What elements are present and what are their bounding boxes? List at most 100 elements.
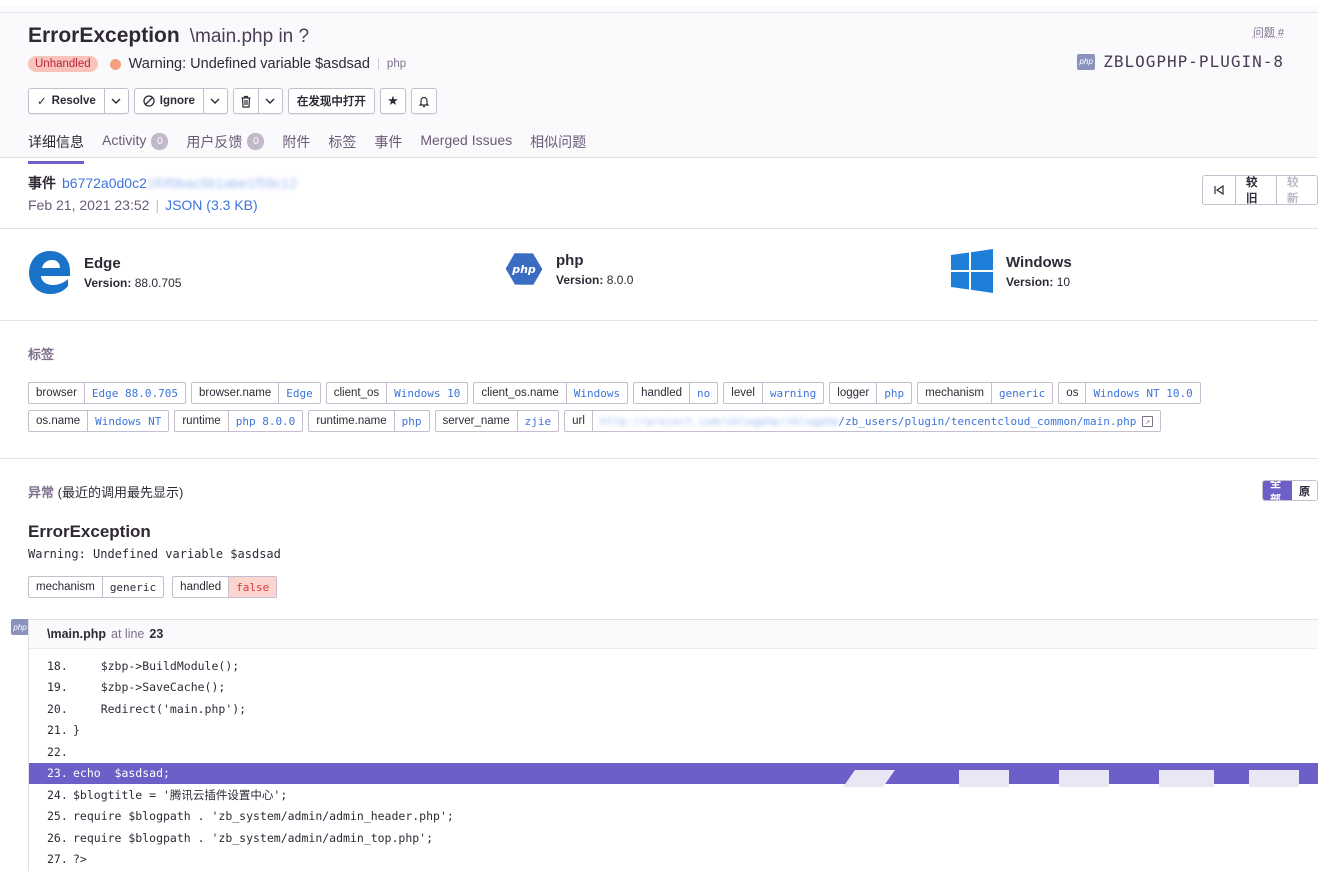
- tab-user-feedback[interactable]: 用户反馈 0: [186, 130, 265, 164]
- tag-pill-url[interactable]: url http://project.com/zblogphp/zblogphp…: [564, 410, 1162, 432]
- trash-icon: [241, 95, 251, 108]
- event-id: b6772a0d0c2: [62, 175, 147, 191]
- context-version: 88.0.705: [134, 275, 182, 290]
- tab-label: 用户反馈: [186, 134, 243, 150]
- oldest-event-button[interactable]: [1203, 176, 1235, 204]
- toggle-raw[interactable]: 原: [1292, 481, 1317, 500]
- line-number: 23.: [47, 766, 68, 781]
- tag-pill[interactable]: client_os.name Windows: [473, 382, 629, 404]
- tag-value: zjie: [524, 414, 552, 428]
- line-number: 21.: [47, 723, 68, 738]
- tag-pill[interactable]: logger php: [829, 382, 913, 404]
- tag-pill[interactable]: os Windows NT 10.0: [1058, 382, 1201, 404]
- subscribe-button[interactable]: [412, 89, 436, 113]
- tags-section-title: 标签: [28, 347, 55, 362]
- external-link-icon[interactable]: ↗: [1142, 415, 1154, 427]
- resolve-button[interactable]: ✓ Resolve: [29, 89, 104, 113]
- issue-tabs: 详细信息 Activity 0 用户反馈 0 附件 标签 事件 Merged Iss…: [28, 130, 586, 164]
- tab-tags[interactable]: 标签: [328, 130, 356, 164]
- svg-text:php: php: [511, 263, 536, 276]
- tag-pill[interactable]: mechanism generic: [917, 382, 1054, 404]
- tag-value: warning: [769, 386, 817, 400]
- ignore-button[interactable]: Ignore: [135, 89, 203, 113]
- toggle-full[interactable]: 全部: [1263, 481, 1292, 500]
- event-id-obscured: 1f0f9bac5b1abe1f59c12: [146, 175, 298, 191]
- exception-section-title: 异常 (最近的调用最先显示): [28, 482, 183, 501]
- divider: |: [155, 197, 160, 213]
- ignore-dropdown-button[interactable]: [202, 89, 227, 113]
- json-link[interactable]: JSON (3.3 KB): [165, 197, 258, 213]
- tag-value: http://project.com/zblogphp/zblogphp/zb_…: [593, 411, 1160, 431]
- newer-event-button[interactable]: 较新: [1276, 176, 1317, 205]
- tab-attachments[interactable]: 附件: [282, 130, 310, 164]
- event-summary: 事件 b6772a0d0c21f0f9bac5b1abe1f59c12 Feb …: [28, 173, 297, 213]
- tag-value: Edge 88.0.705: [91, 386, 178, 400]
- issue-culprit: \main.php in ?: [189, 26, 310, 47]
- version-label: Version:: [556, 272, 604, 287]
- tag-value: php: [401, 414, 422, 428]
- handled-pill: handled false: [172, 576, 278, 598]
- star-icon: ★: [387, 93, 399, 108]
- tag-pill[interactable]: client_os Windows 10: [325, 382, 469, 404]
- tag-key: os.name: [29, 411, 89, 431]
- tab-label: 详细信息: [28, 134, 84, 150]
- tag-list: browser Edge 88.0.705 browser.name Edge cl…: [28, 382, 1228, 432]
- tab-similar-issues[interactable]: 相似问题: [530, 130, 586, 164]
- bookmark-button[interactable]: ★: [381, 89, 405, 113]
- tag-key: handled: [173, 577, 230, 597]
- line-number: 18.: [47, 658, 68, 673]
- chevron-down-icon: [111, 98, 121, 104]
- line-text: ?>: [73, 852, 87, 867]
- ignore-icon: [143, 95, 155, 107]
- open-in-discover-button[interactable]: 在发现中打开: [289, 89, 374, 113]
- context-version: 10: [1056, 274, 1071, 289]
- bell-icon: [418, 96, 430, 107]
- line-number: 24.: [47, 787, 68, 802]
- tag-value: Windows 10: [394, 386, 461, 400]
- tag-pill[interactable]: handled no: [633, 382, 719, 404]
- tag-pill[interactable]: runtime php 8.0.0: [174, 410, 304, 432]
- tab-details[interactable]: 详细信息: [28, 130, 84, 164]
- tag-key: level: [724, 383, 763, 403]
- older-event-button[interactable]: 较旧: [1235, 176, 1276, 205]
- delete-button[interactable]: [234, 89, 258, 113]
- tab-activity[interactable]: Activity 0: [102, 130, 169, 164]
- tag-pill[interactable]: browser.name Edge: [191, 382, 321, 404]
- tab-events[interactable]: 事件: [374, 130, 402, 164]
- ignore-button-group: Ignore: [133, 88, 228, 114]
- tag-key: logger: [830, 383, 878, 403]
- tag-value: Windows: [573, 386, 621, 400]
- line-text: $zbp->BuildModule();: [73, 658, 240, 673]
- unhandled-badge: Unhandled: [28, 56, 98, 72]
- tag-pill[interactable]: server_name zjie: [434, 410, 560, 432]
- line-text: echo $asdsad;: [73, 766, 170, 781]
- divider: [0, 458, 1318, 459]
- event-date: Feb 21, 2021 23:52: [28, 197, 150, 213]
- tab-label: Merged Issues: [420, 132, 513, 148]
- context-name: Windows: [1006, 253, 1072, 271]
- frame-header[interactable]: \main.php at line 23: [29, 620, 1318, 649]
- tag-pill[interactable]: runtime.name php: [308, 410, 430, 432]
- tag-pill[interactable]: browser Edge 88.0.705: [28, 382, 186, 404]
- context-os: Windows Version: 10: [950, 249, 1072, 293]
- php-platform-icon: php: [1077, 53, 1096, 70]
- event-label: 事件: [28, 175, 56, 191]
- event-id-link[interactable]: b6772a0d0c21f0f9bac5b1abe1f59c12: [62, 175, 297, 191]
- tag-key: handled: [634, 383, 691, 403]
- check-icon: ✓: [37, 96, 47, 108]
- code-line: 25. require $blogpath . 'zb_system/admin/…: [29, 806, 1318, 828]
- tag-pill[interactable]: level warning: [723, 382, 825, 404]
- tag-pill[interactable]: os.name Windows NT: [28, 410, 170, 432]
- tab-label: 标签: [328, 134, 357, 150]
- issue-short-id[interactable]: ZBLOGPHP-PLUGIN-8: [1103, 52, 1284, 71]
- delete-dropdown-button[interactable]: [257, 89, 282, 113]
- resolve-dropdown-button[interactable]: [103, 89, 128, 113]
- frame-line-number: 23: [149, 627, 164, 641]
- code-line: 21.}: [29, 720, 1318, 742]
- windows-icon: [951, 249, 993, 293]
- context-browser: Edge Version: 88.0.705: [28, 249, 181, 295]
- line-number: 25.: [47, 809, 68, 824]
- tag-value: no: [697, 386, 711, 400]
- tag-value: php 8.0.0: [235, 414, 296, 428]
- tab-merged-issues[interactable]: Merged Issues: [420, 130, 512, 164]
